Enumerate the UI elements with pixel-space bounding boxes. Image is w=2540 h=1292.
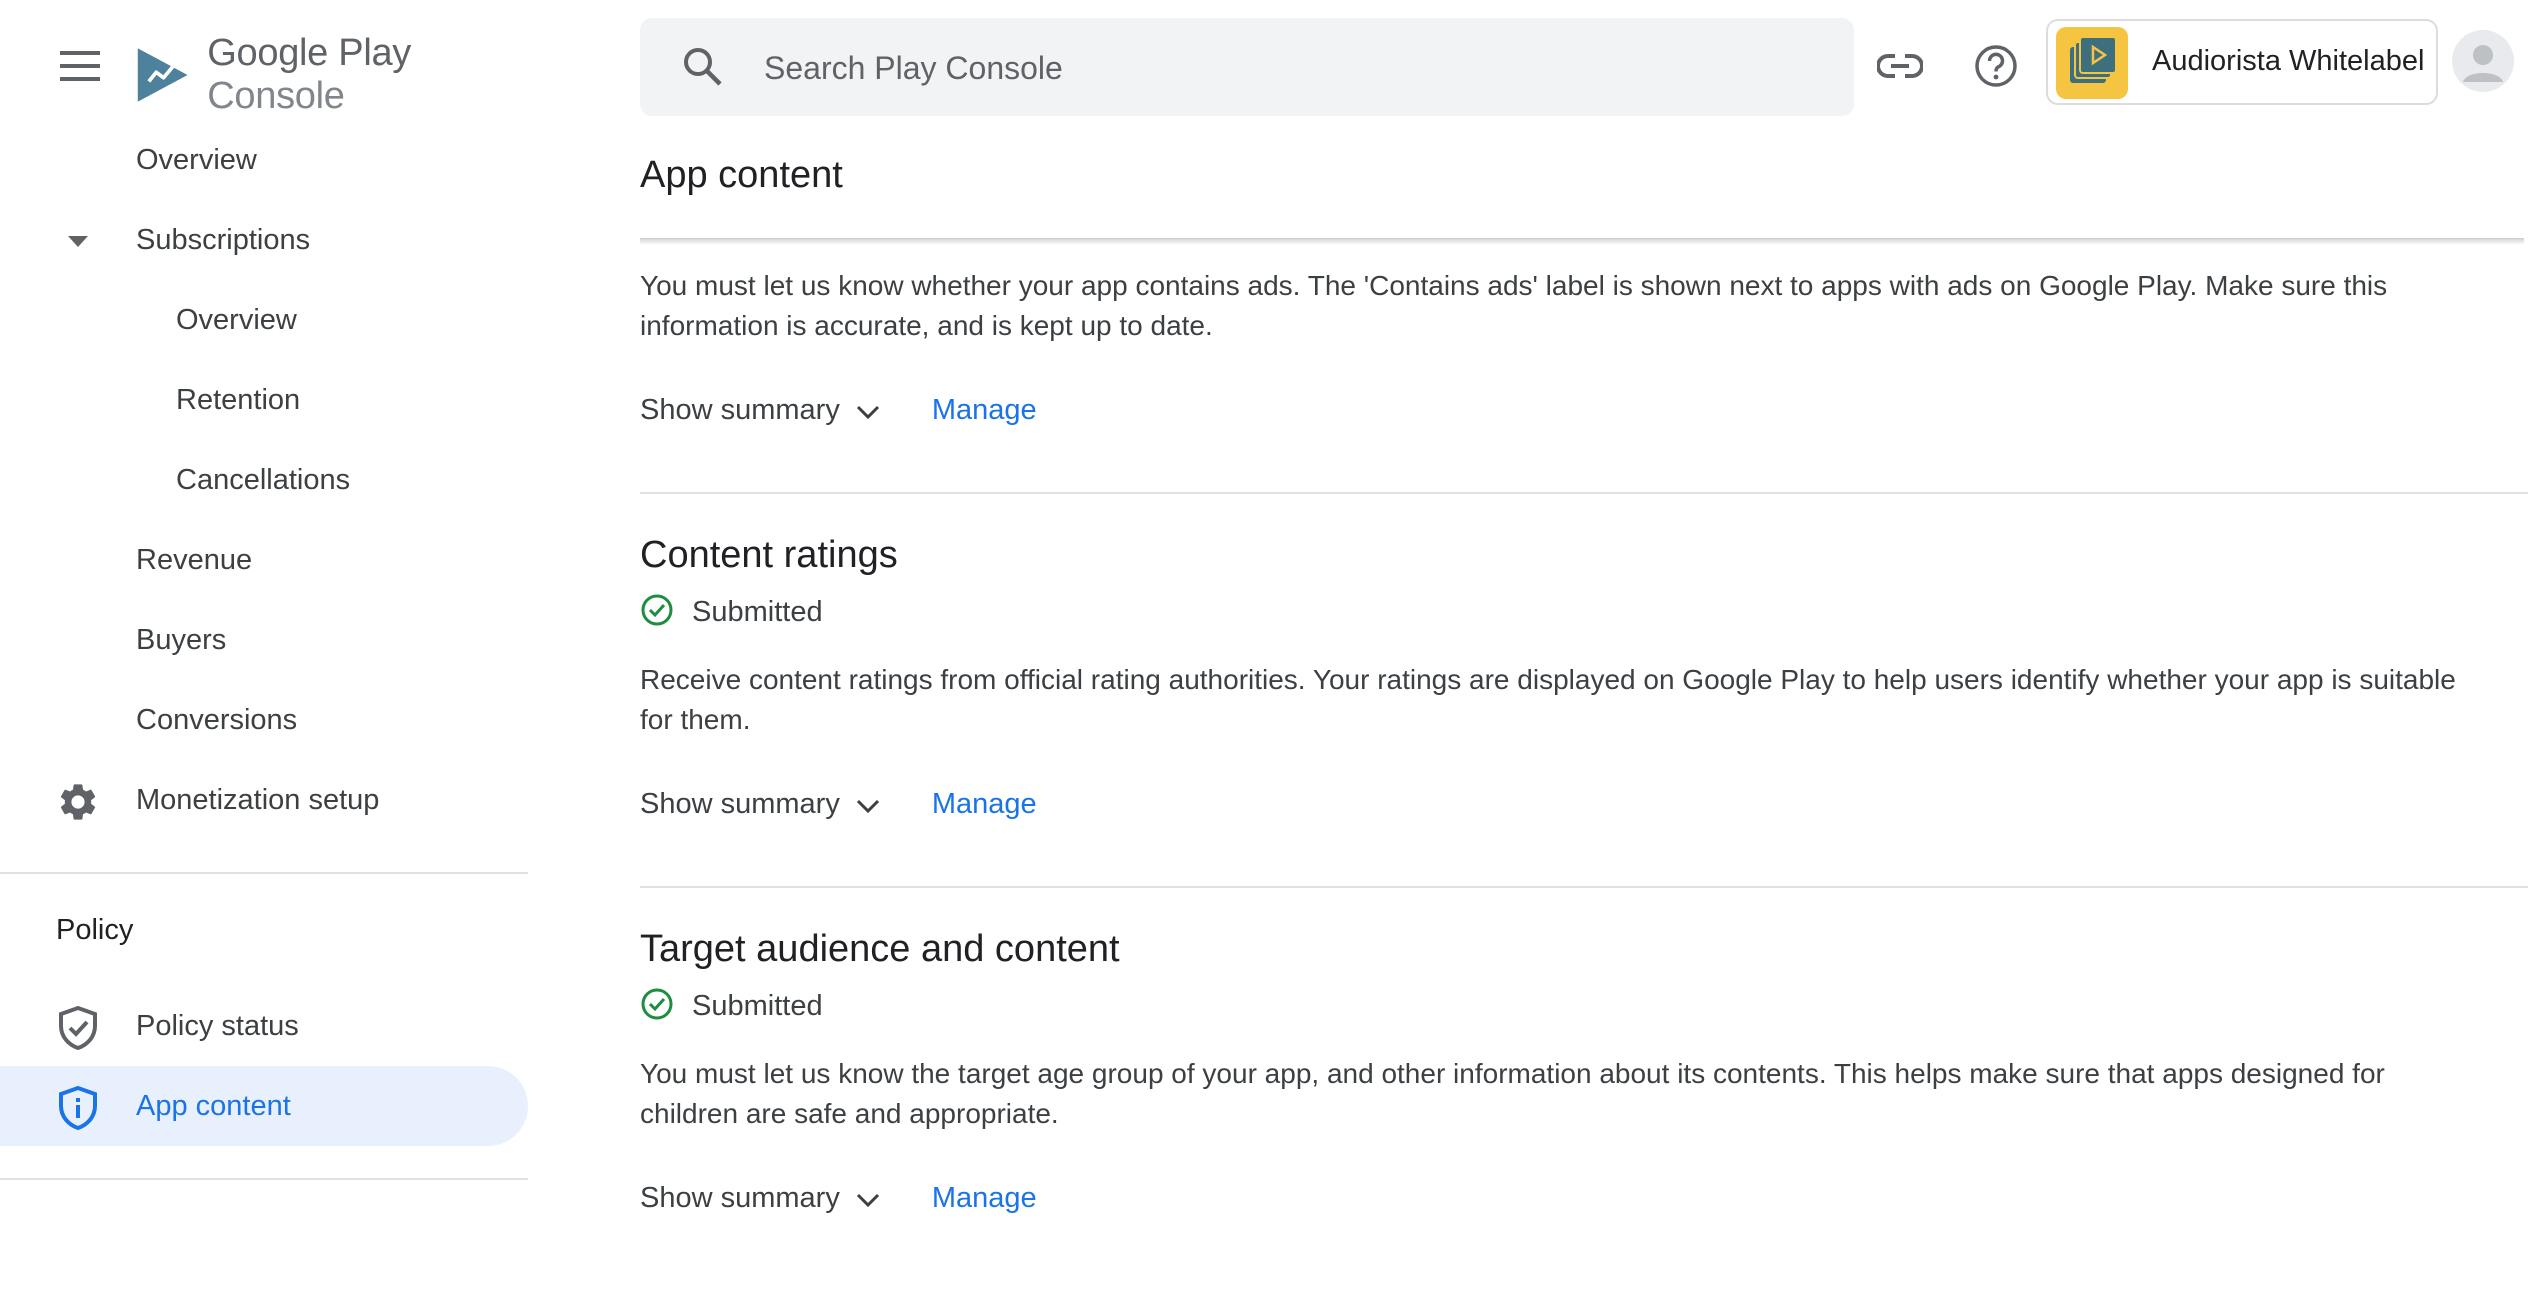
target-audience-title: Target audience and content (640, 928, 1120, 970)
sidebar-item-label: Policy status (136, 1009, 299, 1042)
sidebar-item-monetization-setup[interactable]: Monetization setup (0, 760, 530, 840)
link-icon[interactable] (1872, 38, 1928, 94)
menu-icon[interactable] (50, 40, 110, 92)
sidebar-item-label: Retention (176, 383, 301, 416)
sidebar: Google Play Console Overview Subscriptio… (0, 0, 530, 1292)
content-ratings-actions: Show summary Manage (640, 782, 1037, 826)
sidebar-item-label: Subscriptions (136, 223, 311, 256)
chevron-down-icon (856, 394, 880, 427)
manage-link[interactable]: Manage (932, 1182, 1037, 1215)
status-badge: Submitted (640, 986, 823, 1026)
shield-info-icon (56, 1086, 100, 1130)
sidebar-divider (0, 1178, 528, 1180)
avatar[interactable] (2452, 30, 2514, 92)
target-audience-description: You must let us know the target age grou… (640, 1058, 2385, 1129)
manage-link[interactable]: Manage (932, 788, 1037, 821)
help-icon[interactable] (1968, 38, 2024, 94)
ads-actions: Show summary Manage (640, 388, 1037, 432)
sidebar-item-label: App content (136, 1089, 291, 1122)
app-selector[interactable]: Audiorista Whitelabel (2046, 19, 2438, 105)
check-circle-icon (640, 593, 674, 632)
shield-check-icon (56, 1006, 100, 1050)
show-summary-button[interactable]: Show summary (640, 394, 880, 427)
show-summary-label: Show summary (640, 787, 840, 820)
manage-link[interactable]: Manage (932, 394, 1037, 427)
target-audience-actions: Show summary Manage (640, 1176, 1037, 1220)
sidebar-item-subscriptions[interactable]: Subscriptions (0, 200, 530, 280)
chevron-down-icon (856, 1182, 880, 1215)
sidebar-item-label: Monetization setup (136, 783, 380, 816)
sidebar-item-label: Conversions (136, 703, 298, 736)
sidebar-item-conversions[interactable]: Conversions (0, 680, 530, 760)
show-summary-button[interactable]: Show summary (640, 1182, 880, 1215)
play-console-icon (137, 48, 188, 102)
content-ratings-description: Receive content ratings from official ra… (640, 664, 2456, 735)
logo-text-main: Google Play (207, 32, 411, 74)
sidebar-item-label: Revenue (136, 543, 253, 576)
sidebar-item-subscriptions-overview[interactable]: Overview (0, 280, 530, 360)
sidebar-item-buyers[interactable]: Buyers (0, 600, 530, 680)
sidebar-item-policy-status[interactable]: Policy status (0, 986, 530, 1066)
sidebar-item-label: Overview (136, 143, 257, 176)
check-circle-icon (640, 987, 674, 1026)
app-name: Audiorista Whitelabel (2152, 45, 2425, 77)
sidebar-item-revenue[interactable]: Revenue (0, 520, 530, 600)
sidebar-divider (0, 872, 528, 874)
show-summary-label: Show summary (640, 393, 840, 426)
google-play-console-logo[interactable]: Google Play Console (136, 32, 530, 118)
sidebar-section-policy: Policy (56, 914, 134, 946)
sidebar-item-label: Buyers (136, 623, 227, 656)
caret-down-icon[interactable] (56, 220, 100, 264)
search-input[interactable] (762, 42, 1816, 94)
section-divider (640, 492, 2528, 494)
search-bar[interactable] (640, 18, 1854, 116)
header-divider (640, 238, 2524, 245)
logo-text-sub: Console (207, 75, 345, 117)
show-summary-label: Show summary (640, 1181, 840, 1214)
gear-icon (56, 780, 100, 824)
section-divider (640, 886, 2528, 888)
chevron-down-icon (856, 788, 880, 821)
sidebar-item-label: Cancellations (176, 463, 351, 496)
status-text: Submitted (692, 989, 823, 1022)
status-text: Submitted (692, 595, 823, 628)
content-ratings-title: Content ratings (640, 534, 898, 576)
sidebar-item-app-content[interactable]: App content (0, 1066, 528, 1146)
sidebar-header: Google Play Console (0, 0, 530, 130)
app-icon (2056, 27, 2128, 99)
show-summary-button[interactable]: Show summary (640, 788, 880, 821)
status-badge: Submitted (640, 592, 823, 632)
sidebar-item-label: Overview (176, 303, 297, 336)
search-icon[interactable] (682, 46, 724, 93)
sidebar-item-retention[interactable]: Retention (0, 360, 530, 440)
sidebar-item-overview[interactable]: Overview (0, 120, 530, 200)
sidebar-item-cancellations[interactable]: Cancellations (0, 440, 530, 520)
page-title: App content (640, 154, 843, 196)
ads-description: You must let us know whether your app co… (640, 270, 2388, 341)
page-header: App content (640, 150, 2540, 240)
